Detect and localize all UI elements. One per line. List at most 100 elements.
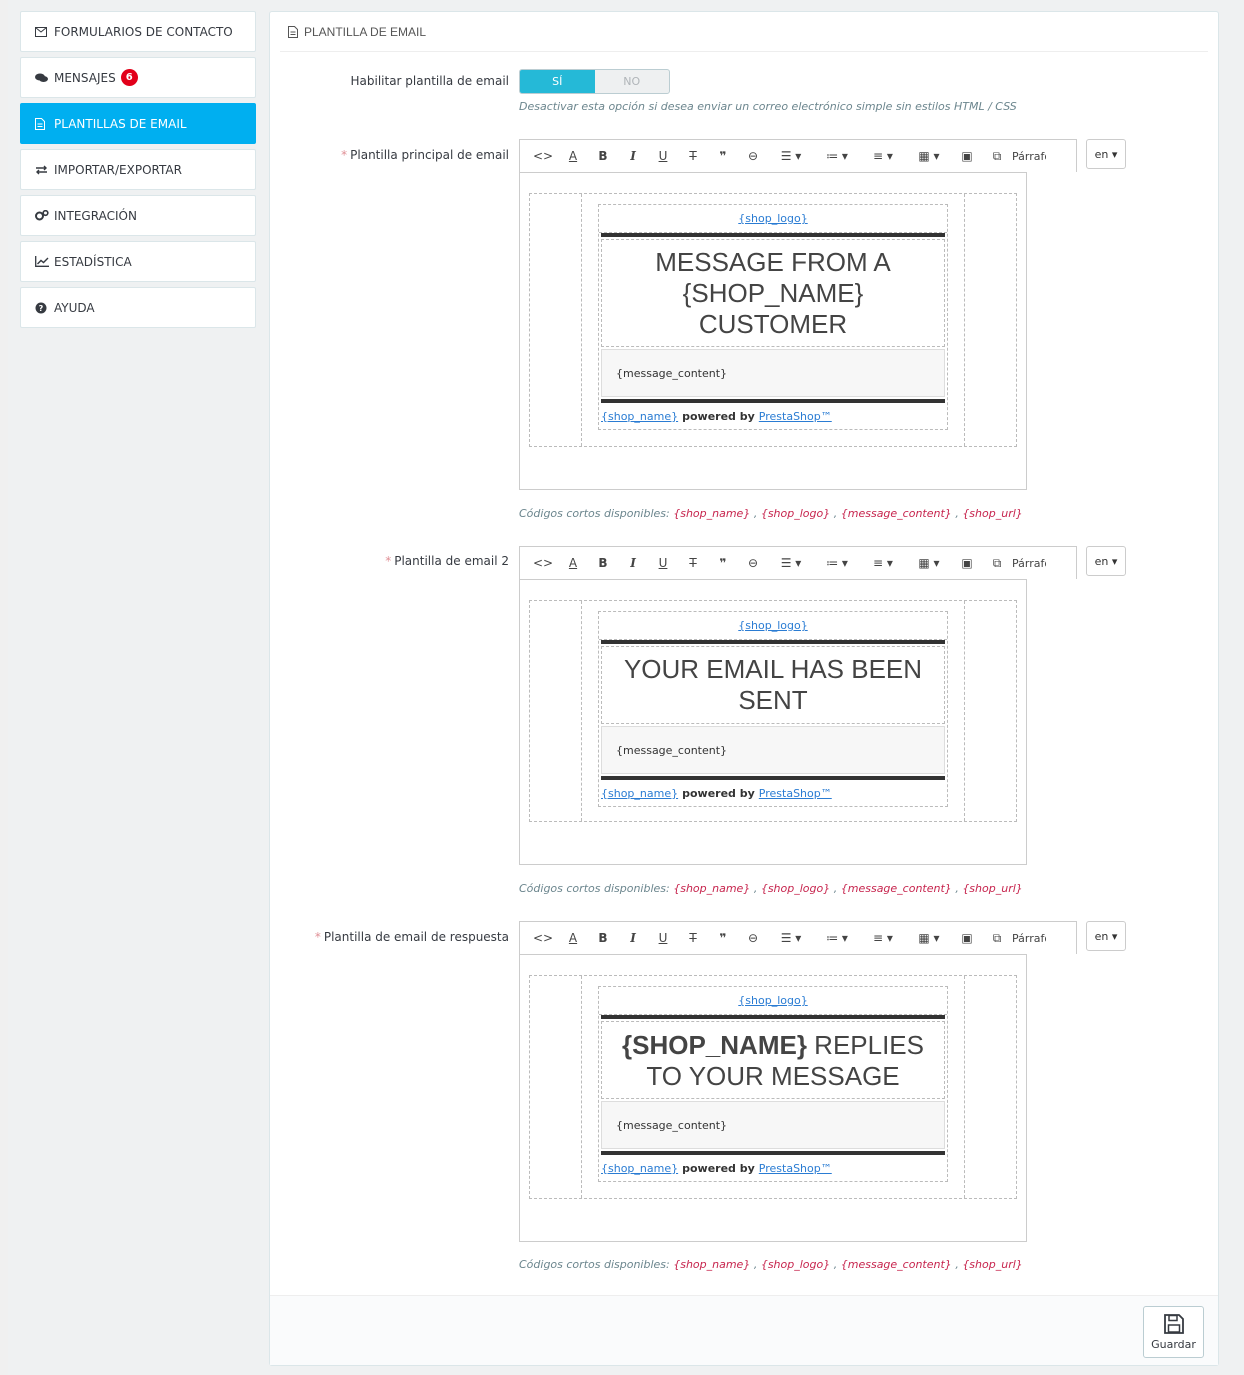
- email-footer: {shop_name} powered by PrestaShop™: [601, 786, 832, 800]
- quote-icon[interactable]: ❞: [708, 143, 738, 169]
- template-2-label: * Plantilla de email 2: [385, 554, 509, 568]
- message-content-box: {message_content}: [601, 349, 945, 397]
- quote-icon[interactable]: ❞: [708, 925, 738, 951]
- reply-template-editor[interactable]: {shop_logo} {SHOP_NAME} REPLIES TO YOUR …: [519, 954, 1027, 1242]
- prestashop-link[interactable]: PrestaShop™: [759, 787, 832, 800]
- main-template-editor[interactable]: {shop_logo} MESSAGE FROM A {SHOP_NAME} C…: [519, 172, 1027, 490]
- save-button[interactable]: Guardar: [1143, 1306, 1204, 1358]
- layout-column-right: [964, 601, 1016, 821]
- image-icon[interactable]: ▣: [952, 550, 982, 576]
- media-icon[interactable]: ⧉: [982, 550, 1012, 576]
- underline-icon[interactable]: U: [648, 925, 678, 951]
- email-layout-table: {shop_logo} YOUR EMAIL HAS BEEN SENT {me…: [529, 600, 1017, 822]
- sidebar-item-email-templates[interactable]: PLANTILLAS DE EMAIL: [20, 103, 256, 144]
- bullet-list-dropdown-icon[interactable]: ≔ ▾: [814, 143, 860, 169]
- quote-icon[interactable]: ❞: [708, 550, 738, 576]
- code-view-icon[interactable]: <>: [528, 550, 558, 576]
- align-dropdown-icon[interactable]: ☰ ▾: [768, 143, 814, 169]
- underline-icon[interactable]: U: [648, 143, 678, 169]
- bullet-list-dropdown-icon[interactable]: ≔ ▾: [814, 925, 860, 951]
- shop-name-link[interactable]: {shop_name}: [601, 410, 678, 423]
- toggle-no[interactable]: NO: [595, 70, 670, 93]
- strikethrough-icon[interactable]: T: [678, 925, 708, 951]
- image-icon[interactable]: ▣: [952, 925, 982, 951]
- file-icon: [35, 117, 51, 130]
- media-icon[interactable]: ⧉: [982, 925, 1012, 951]
- code-view-icon[interactable]: <>: [528, 143, 558, 169]
- shop-logo-row: {shop_logo}: [599, 205, 947, 233]
- paragraph-format-dropdown[interactable]: Párrafo: [1012, 550, 1046, 576]
- bullet-list-dropdown-icon[interactable]: ≔ ▾: [814, 550, 860, 576]
- prestashop-link[interactable]: PrestaShop™: [759, 1162, 832, 1175]
- sidebar-item-messages[interactable]: MENSAJES 6: [20, 57, 256, 98]
- sidebar-item-import-export[interactable]: IMPORTAR/EXPORTAR: [20, 149, 256, 190]
- numbered-list-dropdown-icon[interactable]: ≡ ▾: [860, 143, 906, 169]
- italic-icon[interactable]: I: [618, 925, 648, 951]
- language-dropdown[interactable]: en ▾: [1086, 546, 1126, 576]
- sidebar-item-contact-forms[interactable]: FORMULARIOS DE CONTACTO: [20, 11, 256, 52]
- message-content-box: {message_content}: [601, 726, 945, 774]
- align-dropdown-icon[interactable]: ☰ ▾: [768, 550, 814, 576]
- shop-name-link[interactable]: {shop_name}: [601, 787, 678, 800]
- numbered-list-dropdown-icon[interactable]: ≡ ▾: [860, 925, 906, 951]
- numbered-list-dropdown-icon[interactable]: ≡ ▾: [860, 550, 906, 576]
- enable-template-toggle[interactable]: SÍ NO: [519, 69, 670, 94]
- file-icon: [288, 25, 298, 38]
- sidebar-item-label: PLANTILLAS DE EMAIL: [54, 116, 187, 131]
- text-color-icon[interactable]: A: [558, 143, 588, 169]
- language-dropdown[interactable]: en ▾: [1086, 139, 1126, 169]
- sidebar-item-statistics[interactable]: ESTADÍSTICA: [20, 241, 256, 282]
- sidebar-item-help[interactable]: ? AYUDA: [20, 287, 256, 328]
- bold-icon[interactable]: B: [588, 550, 618, 576]
- table-dropdown-icon[interactable]: ▦ ▾: [906, 925, 952, 951]
- underline-icon[interactable]: U: [648, 550, 678, 576]
- link-icon[interactable]: ⊖: [738, 143, 768, 169]
- cogs-icon: [35, 210, 51, 221]
- table-dropdown-icon[interactable]: ▦ ▾: [906, 550, 952, 576]
- enable-template-help: Desactivar esta opción si desea enviar u…: [519, 100, 1017, 113]
- required-asterisk: *: [341, 148, 348, 162]
- sidebar-item-integration[interactable]: INTEGRACIÓN: [20, 195, 256, 236]
- prestashop-link[interactable]: PrestaShop™: [759, 410, 832, 423]
- shop-logo-link[interactable]: {shop_logo}: [738, 619, 807, 632]
- shop-logo-link[interactable]: {shop_logo}: [738, 994, 807, 1007]
- table-dropdown-icon[interactable]: ▦ ▾: [906, 143, 952, 169]
- divider: [601, 233, 945, 237]
- panel-heading: PLANTILLA DE EMAIL: [280, 12, 1208, 52]
- image-icon[interactable]: ▣: [952, 143, 982, 169]
- divider: [601, 1015, 945, 1019]
- link-icon[interactable]: ⊖: [738, 925, 768, 951]
- strikethrough-icon[interactable]: T: [678, 143, 708, 169]
- sidebar-item-label: MENSAJES: [54, 70, 116, 85]
- main-template-label: * Plantilla principal de email: [341, 148, 509, 162]
- bold-icon[interactable]: B: [588, 925, 618, 951]
- layout-column-right: [964, 194, 1016, 446]
- toggle-yes[interactable]: SÍ: [520, 70, 595, 93]
- code-view-icon[interactable]: <>: [528, 925, 558, 951]
- envelope-icon: [35, 26, 51, 37]
- language-dropdown[interactable]: en ▾: [1086, 921, 1126, 951]
- save-button-label: Guardar: [1151, 1338, 1196, 1351]
- paragraph-format-dropdown[interactable]: Párrafo: [1012, 143, 1046, 169]
- media-icon[interactable]: ⧉: [982, 143, 1012, 169]
- paragraph-format-dropdown[interactable]: Párrafo: [1012, 925, 1046, 951]
- text-color-icon[interactable]: A: [558, 550, 588, 576]
- message-count-badge: 6: [120, 69, 138, 86]
- shop-name-link[interactable]: {shop_name}: [601, 1162, 678, 1175]
- email-title: MESSAGE FROM A {SHOP_NAME} CUSTOMER: [601, 239, 945, 347]
- template-2-editor[interactable]: {shop_logo} YOUR EMAIL HAS BEEN SENT {me…: [519, 579, 1027, 865]
- italic-icon[interactable]: I: [618, 143, 648, 169]
- sidebar-item-label: FORMULARIOS DE CONTACTO: [54, 24, 233, 39]
- email-footer: {shop_name} powered by PrestaShop™: [601, 409, 832, 423]
- email-footer: {shop_name} powered by PrestaShop™: [601, 1161, 832, 1175]
- align-dropdown-icon[interactable]: ☰ ▾: [768, 925, 814, 951]
- page-title: PLANTILLA DE EMAIL: [304, 24, 427, 39]
- italic-icon[interactable]: I: [618, 550, 648, 576]
- strikethrough-icon[interactable]: T: [678, 550, 708, 576]
- link-icon[interactable]: ⊖: [738, 550, 768, 576]
- shop-logo-link[interactable]: {shop_logo}: [738, 212, 807, 225]
- shortcodes-help: Códigos cortos disponibles: {shop_name} …: [519, 507, 1023, 520]
- comments-icon: [35, 73, 51, 83]
- text-color-icon[interactable]: A: [558, 925, 588, 951]
- bold-icon[interactable]: B: [588, 143, 618, 169]
